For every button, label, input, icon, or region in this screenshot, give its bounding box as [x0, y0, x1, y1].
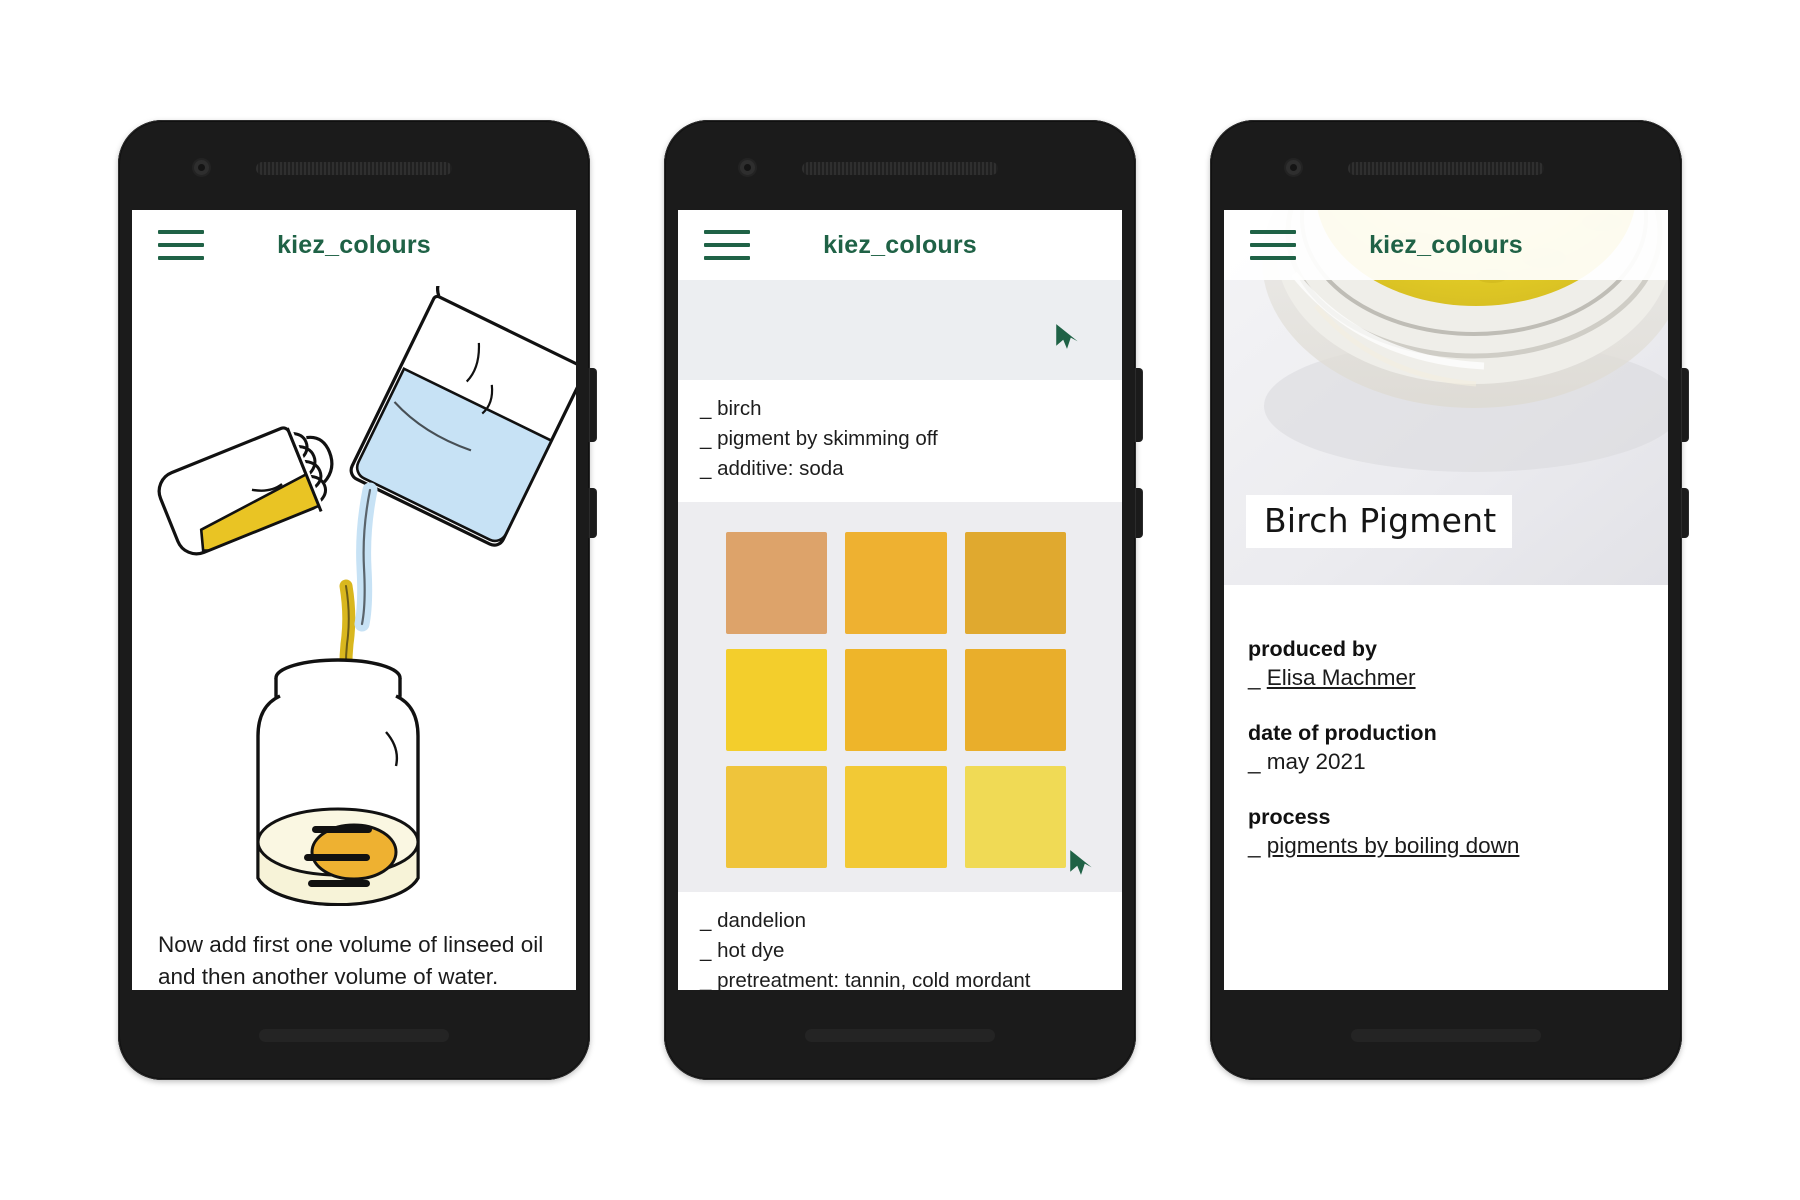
- bottom-speaker-icon: [805, 1029, 995, 1042]
- phone-device-instructions: kiez_colours Now add first one volume of…: [118, 120, 596, 1080]
- screen-detail: Birch Pigment kiez_colours produced by _…: [1224, 210, 1668, 990]
- fabric-swatch: [726, 765, 828, 868]
- power-button[interactable]: [1134, 488, 1142, 538]
- caption-line: and then another volume of water.: [158, 963, 499, 989]
- instruction-caption: Now add first one volume of linseed oil …: [132, 911, 576, 990]
- field-label: process: [1248, 805, 1331, 829]
- power-button[interactable]: [588, 488, 596, 538]
- field-prefix: _: [1248, 749, 1267, 774]
- hamburger-icon[interactable]: [158, 230, 204, 260]
- front-camera-icon: [194, 160, 209, 175]
- meta-line: _ pigment by skimming off: [700, 426, 938, 450]
- fabric-swatch: [845, 531, 947, 634]
- fabric-swatch: [964, 765, 1066, 868]
- fabric-swatch: [726, 648, 828, 751]
- fabric-swatch: [964, 531, 1066, 634]
- fabric-swatch: [726, 531, 828, 634]
- field-produced-by: produced by _ Elisa Machmer: [1248, 637, 1644, 691]
- caption-line: Now add first one volume of linseed oil: [158, 932, 544, 957]
- catalogue-image-birch[interactable]: [678, 280, 1122, 380]
- field-process: process _ pigments by boiling down: [1248, 805, 1644, 859]
- volume-button[interactable]: [1134, 368, 1142, 442]
- meta-line: _ additive: soda: [700, 456, 844, 480]
- hamburger-icon[interactable]: [1250, 230, 1296, 260]
- fabric-swatch: [845, 648, 947, 751]
- bottom-speaker-icon: [259, 1029, 449, 1042]
- pigment-details: produced by _ Elisa Machmer date of prod…: [1224, 585, 1668, 859]
- page-title: Birch Pigment: [1246, 495, 1513, 548]
- field-prefix: _: [1248, 665, 1267, 690]
- front-camera-icon: [1286, 160, 1301, 175]
- screen-catalogue: kiez_colours _ birch _ pigment by skimmi…: [678, 210, 1122, 990]
- catalogue-meta-birch: _ birch _ pigment by skimming off _ addi…: [678, 380, 1122, 502]
- volume-button[interactable]: [1680, 368, 1688, 442]
- field-prefix: _: [1248, 833, 1267, 858]
- arrow-cursor-icon: [1070, 849, 1092, 875]
- phone-device-catalogue: kiez_colours _ birch _ pigment by skimmi…: [664, 120, 1142, 1080]
- bottom-speaker-icon: [1351, 1029, 1541, 1042]
- earpiece-speaker-icon: [256, 162, 452, 175]
- earpiece-speaker-icon: [802, 162, 998, 175]
- fabric-swatch: [845, 765, 947, 868]
- field-value: _ Elisa Machmer: [1248, 665, 1644, 691]
- app-header-3: kiez_colours: [1224, 210, 1668, 280]
- field-value: _ pigments by boiling down: [1248, 833, 1644, 859]
- meta-line: _ pretreatment: tannin, cold mordant: [700, 968, 1031, 990]
- process-link[interactable]: pigments by boiling down: [1267, 833, 1520, 858]
- app-header-2: kiez_colours: [678, 210, 1122, 280]
- meta-line: _ birch: [700, 397, 762, 420]
- instruction-illustration: [132, 273, 576, 911]
- phone-device-detail: Birch Pigment kiez_colours produced by _…: [1210, 120, 1688, 1080]
- field-value: _ may 2021: [1248, 749, 1644, 775]
- date-value: may 2021: [1266, 749, 1366, 774]
- meta-line: _ dandelion: [700, 908, 807, 932]
- screen-instructions: kiez_colours Now add first one volume of…: [132, 210, 576, 990]
- hamburger-icon[interactable]: [704, 230, 750, 260]
- power-button[interactable]: [1680, 488, 1688, 538]
- volume-button[interactable]: [588, 368, 596, 442]
- catalogue-list[interactable]: _ birch _ pigment by skimming off _ addi…: [678, 280, 1122, 990]
- fabric-swatch-grid: [726, 531, 1066, 868]
- front-camera-icon: [740, 160, 755, 175]
- three-phone-mockup: kiez_colours Now add first one volume of…: [0, 0, 1800, 1200]
- field-label: date of production: [1248, 721, 1437, 745]
- catalogue-image-dandelion[interactable]: [678, 501, 1122, 892]
- arrow-cursor-icon: [1056, 324, 1078, 349]
- field-label: produced by: [1248, 637, 1378, 661]
- fabric-swatch: [964, 648, 1066, 751]
- meta-line: _ hot dye: [700, 938, 785, 962]
- pouring-illustration-svg: [157, 273, 576, 907]
- earpiece-speaker-icon: [1348, 162, 1544, 175]
- catalogue-meta-dandelion: _ dandelion _ hot dye _ pretreatment: ta…: [678, 892, 1122, 990]
- app-header-1: kiez_colours: [132, 210, 576, 280]
- producer-link[interactable]: Elisa Machmer: [1267, 665, 1416, 690]
- field-date-of-production: date of production _ may 2021: [1248, 721, 1644, 775]
